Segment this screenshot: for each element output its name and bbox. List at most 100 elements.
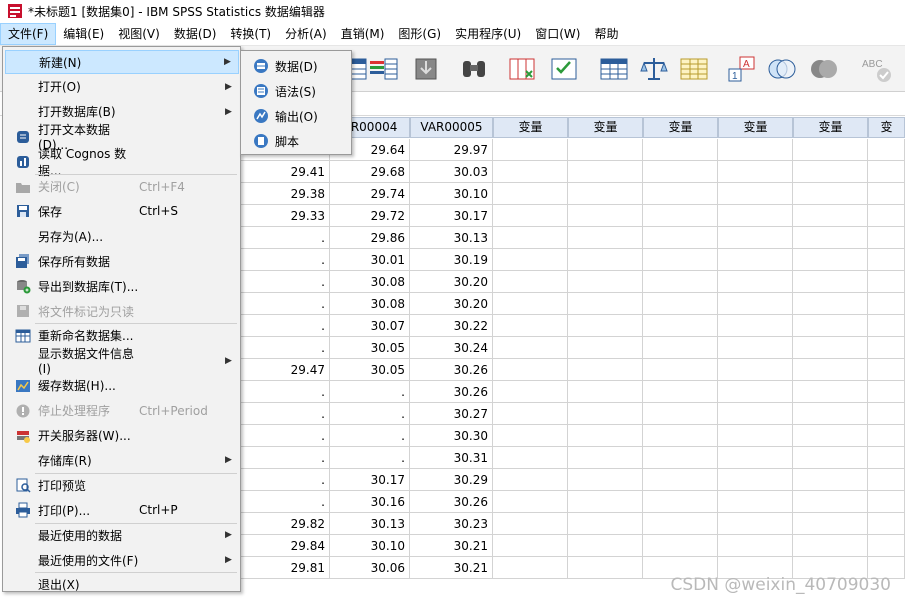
grid-cell-empty[interactable] bbox=[643, 271, 718, 293]
file-switch-server-item[interactable]: 开关服务器(W)... bbox=[5, 424, 239, 448]
grid-cell[interactable]: 30.20 bbox=[410, 293, 493, 315]
value-label-a1-icon[interactable]: A 1 bbox=[726, 53, 758, 85]
grid-cell-empty[interactable] bbox=[868, 161, 905, 183]
grid-cell[interactable]: 29.97 bbox=[410, 139, 493, 161]
menu-graphs[interactable]: 图形(G) bbox=[391, 23, 448, 45]
grid-cell-empty[interactable] bbox=[568, 139, 643, 161]
column-header[interactable]: 变量 bbox=[793, 117, 868, 138]
grid-cell[interactable]: 30.29 bbox=[410, 469, 493, 491]
grid-cell-empty[interactable] bbox=[793, 403, 868, 425]
grid-cell-empty[interactable] bbox=[568, 161, 643, 183]
grid-cell-empty[interactable] bbox=[568, 205, 643, 227]
grid-cell[interactable]: 30.26 bbox=[410, 359, 493, 381]
value-labels-icon[interactable] bbox=[678, 53, 710, 85]
grid-cell[interactable]: . bbox=[330, 403, 410, 425]
grid-cell-empty[interactable] bbox=[493, 205, 568, 227]
find-binoculars-icon[interactable] bbox=[458, 53, 490, 85]
grid-cell[interactable]: 30.20 bbox=[410, 271, 493, 293]
grid-cell-empty[interactable] bbox=[643, 403, 718, 425]
grid-cell-empty[interactable] bbox=[793, 161, 868, 183]
grid-cell[interactable]: . bbox=[241, 403, 330, 425]
insert-cases-icon[interactable] bbox=[368, 53, 400, 85]
grid-cell-empty[interactable] bbox=[793, 249, 868, 271]
grid-cell-empty[interactable] bbox=[643, 205, 718, 227]
grid-cell-empty[interactable] bbox=[793, 337, 868, 359]
grid-cell-empty[interactable] bbox=[718, 249, 793, 271]
grid-cell[interactable]: 29.84 bbox=[241, 535, 330, 557]
grid-cell[interactable]: . bbox=[241, 315, 330, 337]
grid-cell-empty[interactable] bbox=[793, 447, 868, 469]
grid-cell-empty[interactable] bbox=[568, 491, 643, 513]
grid-cell-empty[interactable] bbox=[718, 271, 793, 293]
grid-cell-empty[interactable] bbox=[868, 139, 905, 161]
grid-cell[interactable]: 30.13 bbox=[410, 227, 493, 249]
file-print-item[interactable]: 打印(P)... Ctrl+P bbox=[5, 498, 239, 522]
grid-cell[interactable]: 29.38 bbox=[241, 183, 330, 205]
menu-help[interactable]: 帮助 bbox=[587, 23, 625, 45]
grid-cell-empty[interactable] bbox=[793, 469, 868, 491]
grid-cell-empty[interactable] bbox=[793, 535, 868, 557]
file-open-database-item[interactable]: 打开数据库(B) ▶ bbox=[5, 100, 239, 124]
grid-cell-empty[interactable] bbox=[493, 139, 568, 161]
grid-cell-empty[interactable] bbox=[568, 381, 643, 403]
grid-cell-empty[interactable] bbox=[868, 183, 905, 205]
grid-cell-empty[interactable] bbox=[493, 315, 568, 337]
grid-cell-empty[interactable] bbox=[493, 337, 568, 359]
grid-cell[interactable]: 30.10 bbox=[330, 535, 410, 557]
grid-cell-empty[interactable] bbox=[718, 205, 793, 227]
grid-cell[interactable]: . bbox=[241, 293, 330, 315]
file-recent-files-item[interactable]: 最近使用的文件(F) ▶ bbox=[5, 548, 239, 572]
goto-icon[interactable] bbox=[410, 53, 442, 85]
select-cases-icon[interactable] bbox=[548, 53, 580, 85]
grid-cell-empty[interactable] bbox=[568, 535, 643, 557]
grid-cell-empty[interactable] bbox=[793, 425, 868, 447]
grid-cell[interactable]: 30.07 bbox=[330, 315, 410, 337]
grid-cell-empty[interactable] bbox=[868, 535, 905, 557]
grid-cell-empty[interactable] bbox=[568, 359, 643, 381]
grid-cell-empty[interactable] bbox=[868, 403, 905, 425]
grid-cell-empty[interactable] bbox=[718, 513, 793, 535]
menu-edit[interactable]: 编辑(E) bbox=[56, 23, 111, 45]
grid-cell-empty[interactable] bbox=[643, 293, 718, 315]
grid-cell[interactable]: 30.13 bbox=[330, 513, 410, 535]
grid-cell-empty[interactable] bbox=[793, 491, 868, 513]
grid-cell[interactable]: 30.05 bbox=[330, 359, 410, 381]
grid-cell[interactable]: 30.26 bbox=[410, 381, 493, 403]
grid-cell[interactable]: 30.08 bbox=[330, 271, 410, 293]
grid-cell[interactable]: 30.03 bbox=[410, 161, 493, 183]
file-export-database-item[interactable]: 导出到数据库(T)... bbox=[5, 274, 239, 298]
menu-data[interactable]: 数据(D) bbox=[167, 23, 224, 45]
file-print-preview-item[interactable]: 打印预览 bbox=[5, 473, 239, 497]
weight-cases-scale-icon[interactable] bbox=[638, 53, 670, 85]
grid-cell-empty[interactable] bbox=[493, 557, 568, 579]
file-recent-data-item[interactable]: 最近使用的数据 ▶ bbox=[5, 523, 239, 547]
file-open-item[interactable]: 打开(O) ▶ bbox=[5, 75, 239, 99]
grid-cell-empty[interactable] bbox=[643, 359, 718, 381]
grid-cell-empty[interactable] bbox=[568, 557, 643, 579]
grid-cell[interactable]: . bbox=[330, 425, 410, 447]
grid-cell-empty[interactable] bbox=[643, 183, 718, 205]
file-rename-dataset-item[interactable]: 重新命名数据集... bbox=[5, 324, 239, 348]
grid-cell-empty[interactable] bbox=[493, 161, 568, 183]
grid-cell[interactable]: 30.01 bbox=[330, 249, 410, 271]
grid-cell-empty[interactable] bbox=[493, 447, 568, 469]
grid-cell-empty[interactable] bbox=[493, 293, 568, 315]
grid-cell-empty[interactable] bbox=[568, 447, 643, 469]
grid-cell-empty[interactable] bbox=[568, 469, 643, 491]
grid-cell-empty[interactable] bbox=[793, 271, 868, 293]
grid-cell-empty[interactable] bbox=[718, 227, 793, 249]
grid-cell[interactable]: . bbox=[241, 227, 330, 249]
file-cache-data-item[interactable]: 缓存数据(H)... bbox=[5, 374, 239, 398]
grid-cell-empty[interactable] bbox=[793, 139, 868, 161]
grid-cell-empty[interactable] bbox=[718, 139, 793, 161]
grid-cell[interactable]: . bbox=[241, 447, 330, 469]
split-file-icon[interactable] bbox=[598, 53, 630, 85]
grid-cell-empty[interactable] bbox=[643, 535, 718, 557]
grid-cell[interactable]: 30.06 bbox=[330, 557, 410, 579]
grid-cell-empty[interactable] bbox=[643, 161, 718, 183]
grid-cell-empty[interactable] bbox=[643, 491, 718, 513]
menu-window[interactable]: 窗口(W) bbox=[528, 23, 587, 45]
grid-cell[interactable]: 30.19 bbox=[410, 249, 493, 271]
grid-cell-empty[interactable] bbox=[568, 403, 643, 425]
grid-cell[interactable]: . bbox=[241, 469, 330, 491]
